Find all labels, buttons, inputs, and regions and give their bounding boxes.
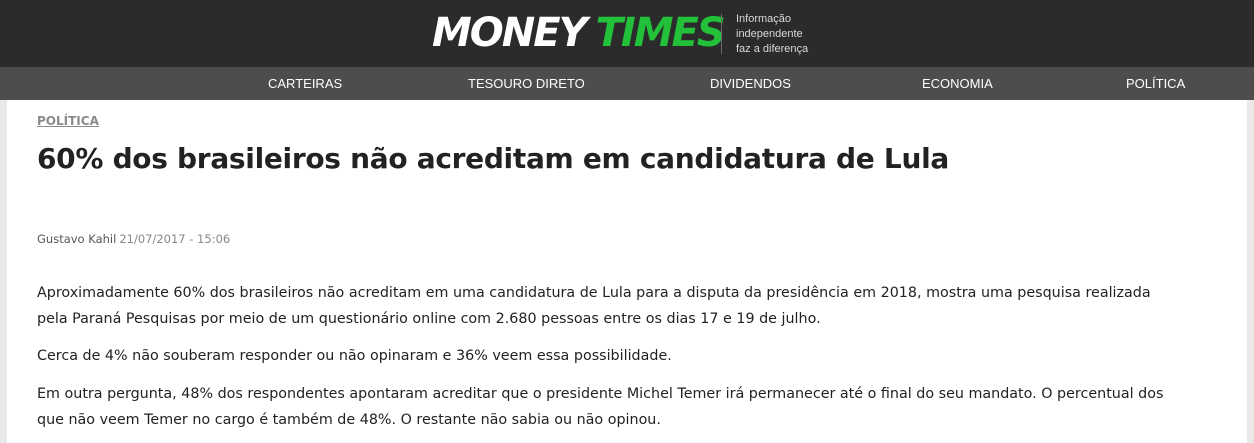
nav-item-tesouro-direto[interactable]: TESOURO DIRETO xyxy=(468,67,585,100)
money-times-logo[interactable]: MONEY TIMES xyxy=(432,9,726,57)
article-byline: Gustavo Kahil 21/07/2017 - 15:06 xyxy=(37,232,230,246)
nav-item-politica[interactable]: POLÍTICA xyxy=(1126,67,1185,100)
tagline-line: faz a diferença xyxy=(736,43,809,55)
article-paragraph: Aproximadamente 60% dos brasileiros não … xyxy=(37,280,1217,332)
tagline-line: Informação xyxy=(736,13,792,25)
site-header: MONEY TIMES Informação independente faz a… xyxy=(0,0,1254,67)
site-tagline: Informação independente faz a diferença xyxy=(736,12,808,57)
article-paragraph: Em outra pergunta, 48% dos respondentes … xyxy=(37,381,1217,433)
paragraph-line: Em outra pergunta, 48% dos respondentes … xyxy=(37,386,1164,402)
paragraph-line: Cerca de 4% não souberam responder ou nã… xyxy=(37,348,672,364)
logo-money-text: MONEY xyxy=(432,10,588,56)
logo-divider xyxy=(721,14,722,54)
article-container: POLÍTICA 60% dos brasileiros não acredit… xyxy=(7,100,1247,443)
article-author[interactable]: Gustavo Kahil xyxy=(37,232,116,246)
main-nav: CARTEIRAS TESOURO DIRETO DIVIDENDOS ECON… xyxy=(0,67,1254,100)
article-category-link[interactable]: POLÍTICA xyxy=(37,114,99,128)
paragraph-line: que não veem Temer no cargo é também de … xyxy=(37,412,661,428)
nav-item-carteiras[interactable]: CARTEIRAS xyxy=(268,67,342,100)
nav-item-dividendos[interactable]: DIVIDENDOS xyxy=(710,67,791,100)
tagline-line: independente xyxy=(736,28,803,40)
article-title: 60% dos brasileiros não acreditam em can… xyxy=(37,142,949,175)
paragraph-line: Aproximadamente 60% dos brasileiros não … xyxy=(37,285,1151,301)
paragraph-line: pela Paraná Pesquisas por meio de um que… xyxy=(37,311,821,327)
nav-item-economia[interactable]: ECONOMIA xyxy=(922,67,993,100)
logo-times-text: TIMES xyxy=(595,10,726,56)
article-paragraph: Cerca de 4% não souberam responder ou nã… xyxy=(37,343,1217,369)
article-datetime: 21/07/2017 - 15:06 xyxy=(119,232,231,246)
